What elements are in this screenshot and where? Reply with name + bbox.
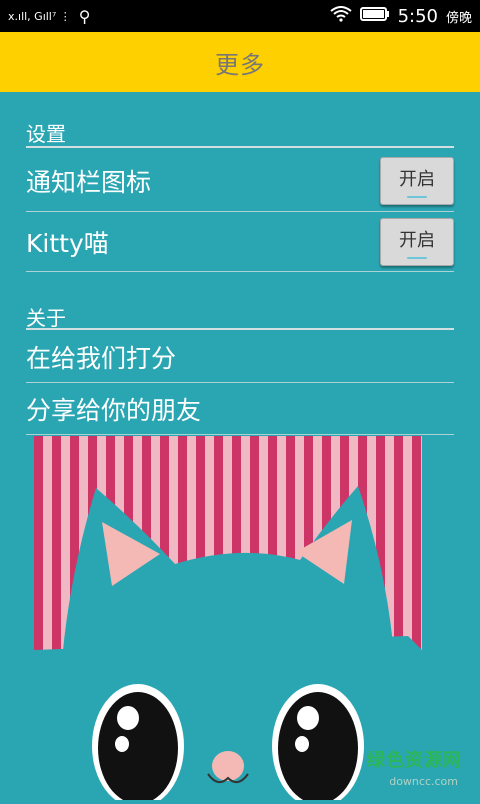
usb-icon: ⚲	[78, 6, 91, 26]
app-header: 更多	[0, 32, 480, 92]
kitty-toggle[interactable]: 开启	[380, 218, 454, 266]
about-label: 分享给你的朋友	[26, 396, 202, 425]
status-ampm: 傍晚	[445, 10, 472, 26]
section-divider	[26, 146, 454, 148]
toggle-indicator	[407, 195, 427, 198]
status-left: x.ıll, Gıll⁷ ⋮ ⚲	[8, 0, 91, 32]
toggle-indicator	[407, 256, 427, 259]
row-divider	[26, 382, 454, 383]
setting-label: 通知栏图标	[26, 168, 152, 197]
cat-nose	[212, 751, 244, 781]
about-row-rate[interactable]: 在给我们打分	[26, 332, 454, 382]
about-label: 在给我们打分	[26, 344, 177, 373]
section-about-title: 关于	[26, 306, 66, 330]
setting-row-notification-icon[interactable]: 通知栏图标 开启	[26, 152, 454, 210]
status-time: 5:50	[397, 5, 438, 27]
row-divider	[26, 271, 454, 272]
page-title: 更多	[215, 50, 265, 79]
cat-illustration: 绿色资源网 downcc.com	[0, 436, 480, 804]
toggle-label: 开启	[399, 168, 435, 190]
section-settings-title: 设置	[26, 122, 66, 146]
row-divider	[26, 434, 454, 435]
battery-icon	[359, 6, 390, 26]
setting-row-kitty[interactable]: Kitty喵 开启	[26, 214, 454, 270]
about-row-share[interactable]: 分享给你的朋友	[26, 384, 454, 434]
watermark-text: 绿色资源网	[367, 750, 462, 771]
status-right: 5:50 傍晚	[329, 0, 472, 32]
watermark-sub: downcc.com	[389, 775, 458, 788]
row-divider	[26, 211, 454, 212]
status-bar: x.ıll, Gıll⁷ ⋮ ⚲ 5:50 傍晚	[0, 0, 480, 32]
setting-label: Kitty喵	[26, 229, 109, 258]
notification-icon-toggle[interactable]: 开启	[380, 157, 454, 205]
signal-indicators: x.ıll, Gıll⁷ ⋮	[8, 9, 71, 23]
toggle-label: 开启	[399, 229, 435, 251]
wifi-icon	[329, 6, 352, 26]
section-divider	[26, 328, 454, 330]
